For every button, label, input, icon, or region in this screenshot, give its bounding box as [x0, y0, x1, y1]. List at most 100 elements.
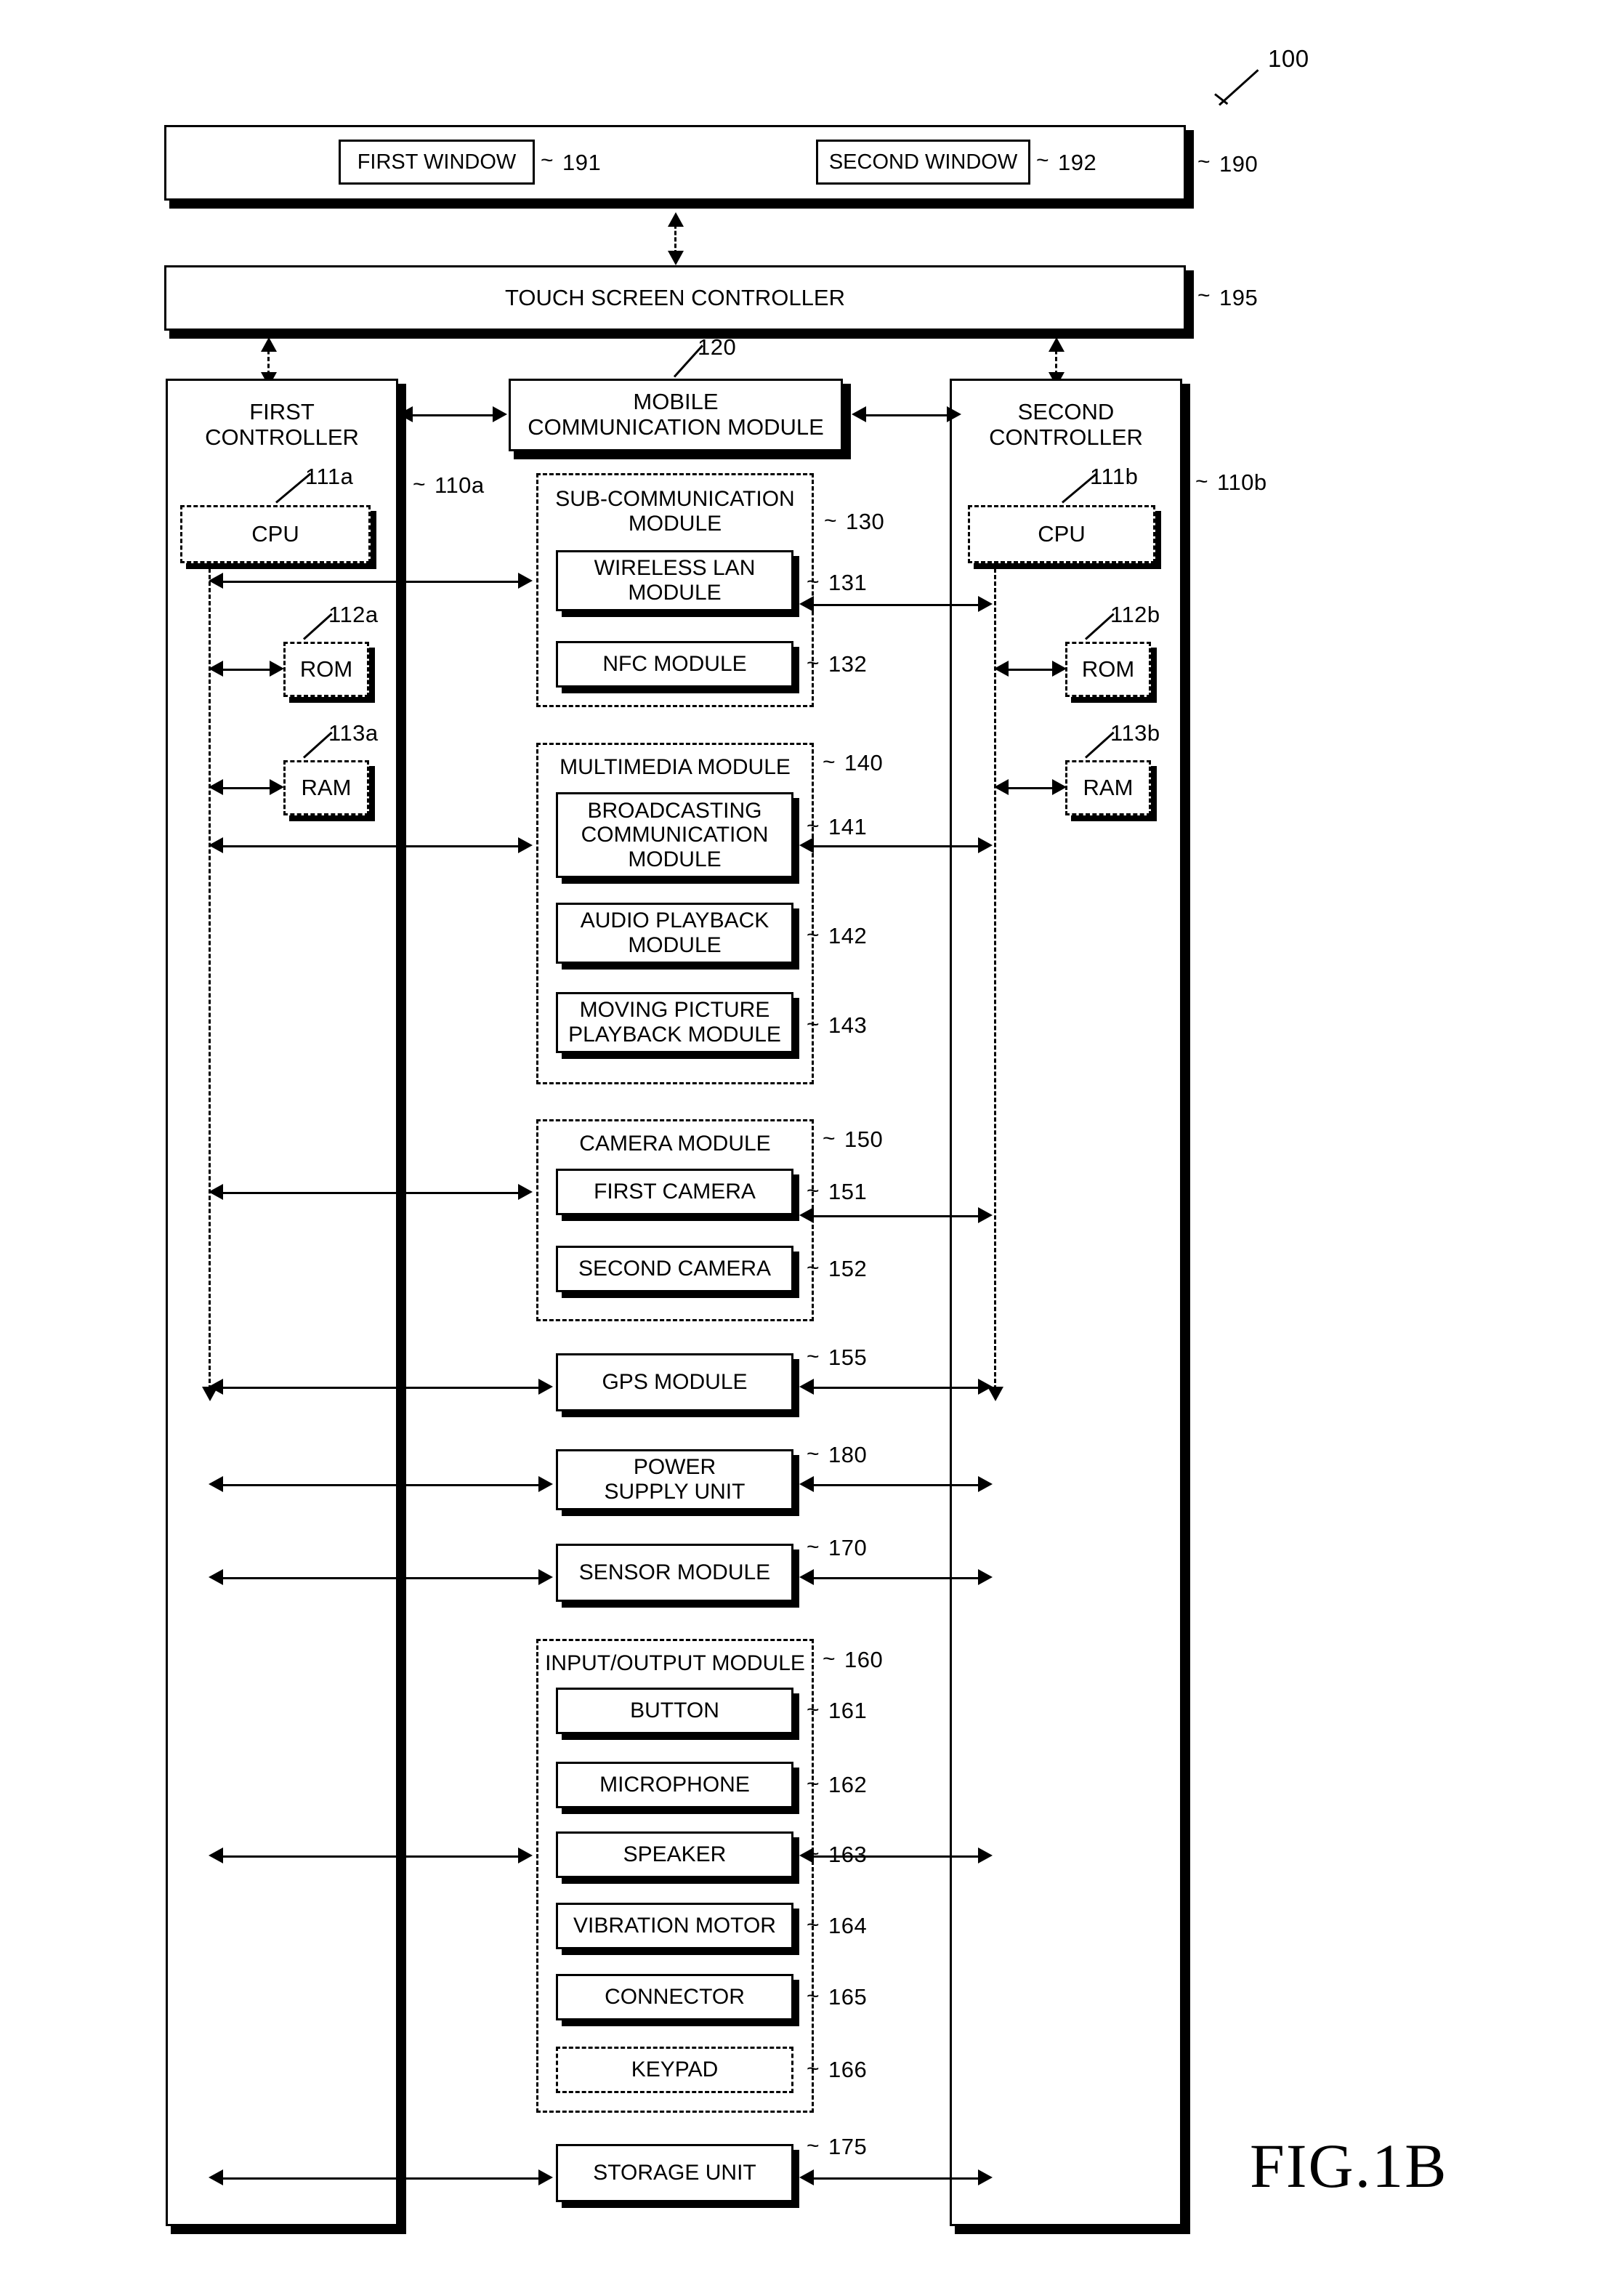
tilde-192: ~	[1036, 148, 1049, 172]
arrow-up-display	[668, 212, 684, 227]
link-bus-a-io	[222, 1855, 521, 1858]
tilde-142: ~	[807, 923, 820, 947]
first-ram-label: RAM	[301, 774, 352, 800]
link-io-bus-b	[812, 1855, 981, 1858]
ref-112a: 112a	[328, 602, 379, 627]
storage-unit: STORAGE UNIT	[556, 2144, 793, 2202]
second-controller-rom: ROM	[1065, 642, 1151, 697]
ref-160: 160	[844, 1647, 884, 1672]
broadcasting-communication-module-label: BROADCASTING COMMUNICATION MODULE	[581, 798, 769, 871]
arrow-right-scm-a	[518, 573, 533, 589]
second-controller-ram: RAM	[1065, 760, 1151, 815]
ref-155: 155	[828, 1345, 868, 1370]
input-output-module-label: INPUT/OUTPUT MODULE	[545, 1651, 805, 1675]
ref-141: 141	[828, 814, 868, 839]
microphone: MICROPHONE	[556, 1762, 793, 1808]
tilde-150: ~	[823, 1127, 836, 1150]
arrow-right-rom-a	[270, 661, 284, 677]
sensor-module-label: SENSOR MODULE	[578, 1560, 771, 1585]
arrow-left-io-a	[209, 1847, 223, 1863]
ref-161: 161	[828, 1698, 868, 1723]
first-window[interactable]: FIRST WINDOW	[339, 140, 535, 185]
second-controller-cpu: CPU	[968, 505, 1155, 563]
arrow-left-sensor-a	[209, 1569, 223, 1585]
link-bus-a-storage	[222, 2177, 541, 2180]
ref-132: 132	[828, 651, 868, 677]
wireless-lan-module-label: WIRELESS LAN MODULE	[594, 556, 756, 605]
tilde-141: ~	[807, 814, 820, 838]
tilde-110b: ~	[1195, 469, 1208, 493]
ref-113b: 113b	[1110, 720, 1160, 746]
mobile-communication-module-label: MOBILE COMMUNICATION MODULE	[528, 389, 824, 440]
ref-190: 190	[1219, 151, 1259, 177]
arrow-right-mm-b	[978, 837, 993, 853]
storage-unit-label: STORAGE UNIT	[593, 2161, 756, 2185]
arrow-right-cam-a	[518, 1184, 533, 1200]
link-mcm-sc	[865, 414, 950, 416]
link-mm-bus-b	[812, 845, 981, 847]
link-cam-bus-b	[812, 1215, 981, 1217]
arrow-right-storage-a	[538, 2169, 553, 2185]
arrow-up-tsc-left	[261, 337, 277, 352]
ref-180: 180	[828, 1442, 868, 1467]
tilde-191: ~	[541, 148, 554, 172]
second-window[interactable]: SECOND WINDOW	[816, 140, 1030, 185]
arrow-left-storage-a	[209, 2169, 223, 2185]
first-rom-label: ROM	[299, 656, 353, 682]
arrow-left-rom-b	[994, 661, 1009, 677]
arrow-left-psu-a	[209, 1476, 223, 1492]
arrow-right-psu-a	[538, 1476, 553, 1492]
ref-165: 165	[828, 1984, 868, 2010]
arrow-left-cam-a	[209, 1184, 223, 1200]
first-cpu-label: CPU	[251, 520, 299, 547]
tilde-164: ~	[807, 1913, 820, 1937]
microphone-label: MICROPHONE	[599, 1773, 750, 1797]
ref-110a: 110a	[435, 472, 485, 498]
arrow-right-mcm-b	[947, 406, 961, 422]
first-controller-bus	[209, 568, 211, 1390]
tilde-190: ~	[1197, 150, 1211, 174]
gps-module-label: GPS MODULE	[602, 1370, 748, 1395]
ref-143: 143	[828, 1012, 868, 1038]
audio-playback-module-label: AUDIO PLAYBACK MODULE	[580, 908, 769, 957]
tilde-152: ~	[807, 1256, 820, 1280]
ref-195: 195	[1219, 285, 1259, 310]
link-bus-a-sensor	[222, 1577, 541, 1579]
arrow-left-rom-a	[209, 661, 223, 677]
moving-picture-playback-module: MOVING PICTURE PLAYBACK MODULE	[556, 992, 793, 1053]
tilde-132: ~	[807, 651, 820, 675]
connector: CONNECTOR	[556, 1974, 793, 2020]
multimedia-module-label: MULTIMEDIA MODULE	[559, 755, 791, 779]
link-cpu-ram-b	[1007, 787, 1055, 789]
ref-111b: 111b	[1090, 464, 1139, 489]
power-supply-unit-label: POWER SUPPLY UNIT	[604, 1455, 746, 1504]
keypad-label: KEYPAD	[631, 2058, 719, 2082]
ref-120: 120	[698, 334, 737, 360]
arrow-down-tsc	[668, 251, 684, 265]
second-controller-bus	[994, 568, 996, 1390]
ref-131: 131	[828, 570, 868, 595]
sub-communication-module-label: SUB-COMMUNICATION MODULE	[555, 487, 795, 536]
ref-140: 140	[844, 750, 884, 775]
speaker: SPEAKER	[556, 1831, 793, 1878]
tilde-130: ~	[824, 509, 837, 533]
arrow-left-mcm-b	[852, 406, 866, 422]
speaker-label: SPEAKER	[623, 1842, 727, 1867]
second-rom-label: ROM	[1081, 656, 1135, 682]
arrow-left-io-b	[799, 1847, 814, 1863]
arrow-right-gps-b	[978, 1379, 993, 1395]
camera-module-label: CAMERA MODULE	[579, 1132, 771, 1156]
ref-192: 192	[1058, 150, 1097, 175]
arrow-right-io-a	[518, 1847, 533, 1863]
arrow-right-mcm-a	[493, 406, 507, 422]
ref-170: 170	[828, 1535, 868, 1560]
second-ram-label: RAM	[1083, 774, 1134, 800]
tilde-160: ~	[823, 1647, 836, 1671]
audio-playback-module: AUDIO PLAYBACK MODULE	[556, 903, 793, 964]
ref-130: 130	[846, 509, 885, 534]
second-camera-label: SECOND CAMERA	[578, 1257, 772, 1281]
sensor-module: SENSOR MODULE	[556, 1544, 793, 1602]
tilde-131: ~	[807, 570, 820, 594]
arrow-right-sensor-b	[978, 1569, 993, 1585]
tilde-151: ~	[807, 1179, 820, 1203]
